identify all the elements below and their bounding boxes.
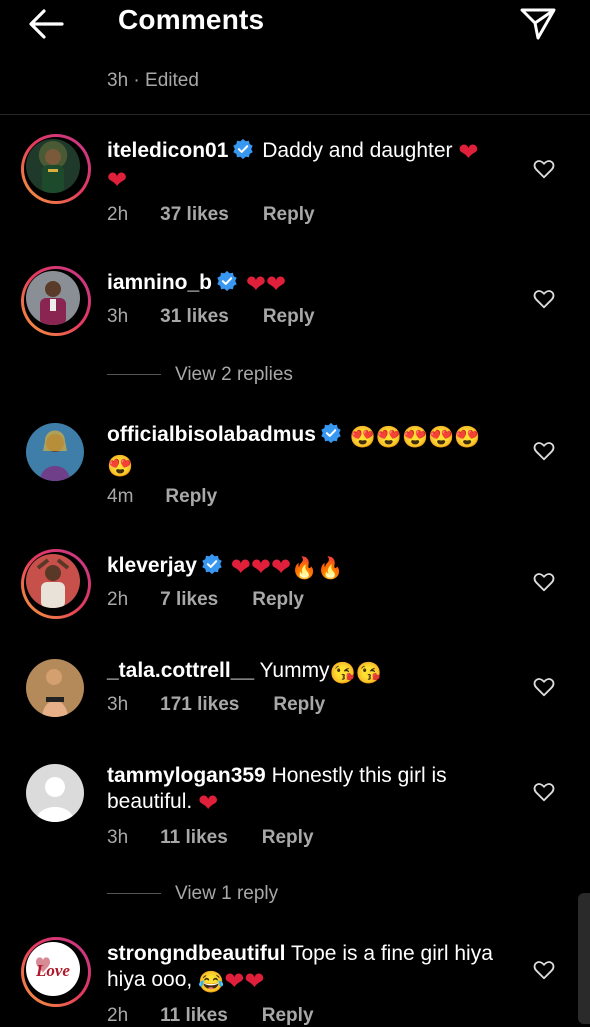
reply-button[interactable]: Reply	[165, 486, 217, 508]
verified-badge-icon	[202, 553, 222, 575]
page-title: Comments	[118, 4, 265, 35]
likes-count[interactable]: 7 likes	[160, 589, 218, 611]
comment-text: iteledicon01 Daddy and daughter ❤ ❤	[107, 138, 517, 194]
comment-text: officialbisolabadmus 😍😍😍😍😍 😍	[107, 422, 517, 480]
comment-meta: 3h 11 likes Reply	[107, 827, 314, 849]
view-replies-button[interactable]: View 2 replies	[107, 364, 293, 386]
reply-button[interactable]: Reply	[263, 306, 315, 328]
like-heart-icon[interactable]	[533, 440, 555, 462]
comment-text: kleverjay ❤❤❤🔥🔥	[107, 553, 517, 582]
comment-meta: 2h 37 likes Reply	[107, 204, 315, 226]
heart-eyes-emoji: 😍	[107, 455, 134, 478]
reply-button[interactable]: Reply	[263, 204, 315, 226]
like-heart-icon[interactable]	[533, 676, 555, 698]
comment-time: 4m	[107, 486, 134, 507]
kiss-emoji: 😘	[355, 662, 382, 685]
like-heart-icon[interactable]	[533, 158, 555, 180]
comment-body: Daddy and daughter	[262, 139, 459, 162]
avatar[interactable]	[21, 654, 91, 724]
verified-badge-icon	[321, 422, 341, 444]
likes-count[interactable]: 11 likes	[160, 827, 228, 849]
comment-username[interactable]: iamnino_b	[107, 271, 212, 294]
heart-emoji: ❤	[458, 139, 479, 166]
heart-emoji: ❤	[224, 968, 245, 995]
comment-text: strongndbeautiful Tope is a fine girl hi…	[107, 941, 517, 996]
heart-eyes-emoji: 😍	[428, 426, 455, 449]
scrollbar[interactable]	[578, 893, 590, 1024]
back-arrow-icon[interactable]	[26, 6, 66, 42]
avatar[interactable]	[21, 418, 91, 488]
comment-time: 3h	[107, 827, 129, 848]
comment-meta: 3h 171 likes Reply	[107, 694, 325, 716]
heart-emoji: ❤	[198, 790, 219, 817]
heart-eyes-emoji: 😍	[454, 426, 481, 449]
avatar[interactable]: Love	[21, 937, 91, 1007]
heart-emoji: ❤	[230, 554, 251, 581]
comment-time: 2h	[107, 589, 129, 610]
comment-time: 3h	[107, 694, 129, 715]
likes-count[interactable]: 37 likes	[160, 204, 229, 226]
comment-body: Yummy	[259, 659, 330, 682]
avatar[interactable]	[21, 266, 91, 336]
laughing-emoji: 😂	[198, 971, 225, 994]
verified-badge-icon	[217, 270, 237, 292]
avatar[interactable]	[21, 134, 91, 204]
comment-meta: 4m Reply	[107, 486, 217, 508]
send-icon[interactable]	[518, 4, 558, 40]
fire-emoji: 🔥	[317, 557, 344, 580]
view-replies-button[interactable]: View 1 reply	[107, 883, 278, 905]
heart-eyes-emoji: 😍	[375, 426, 403, 449]
reply-button[interactable]: Reply	[262, 827, 314, 849]
heart-eyes-emoji: 😍	[349, 426, 376, 449]
header: Comments	[0, 0, 590, 48]
heart-emoji: ❤	[270, 554, 292, 581]
like-heart-icon[interactable]	[533, 959, 555, 981]
verified-badge-icon	[233, 138, 254, 160]
reply-button[interactable]: Reply	[252, 589, 304, 611]
reply-button[interactable]: Reply	[273, 694, 325, 716]
comment-username[interactable]: _tala.cottrell__	[107, 659, 254, 682]
comment-text: tammylogan359 Honestly this girl is beau…	[107, 763, 517, 817]
view-replies-label: View 1 reply	[175, 883, 279, 904]
comment-username[interactable]: strongndbeautiful	[107, 942, 285, 965]
comment-meta: 2h 7 likes Reply	[107, 589, 304, 611]
view-replies-label: View 2 replies	[175, 364, 293, 385]
comment-time: 2h	[107, 204, 129, 225]
avatar[interactable]	[21, 549, 91, 619]
like-heart-icon[interactable]	[533, 571, 555, 593]
comment-meta: 3h 31 likes Reply	[107, 306, 315, 328]
heart-emoji: ❤	[107, 167, 128, 194]
like-heart-icon[interactable]	[533, 288, 555, 310]
divider	[0, 114, 590, 115]
comment-time: 3h	[107, 306, 129, 327]
heart-emoji: ❤	[244, 968, 265, 995]
comment-text: iamnino_b ❤❤	[107, 270, 517, 298]
likes-count[interactable]: 31 likes	[160, 306, 229, 328]
comment-username[interactable]: officialbisolabadmus	[107, 423, 316, 446]
comment-username[interactable]: tammylogan359	[107, 764, 266, 787]
comment-username[interactable]: kleverjay	[107, 554, 197, 577]
love-logo: Love	[35, 957, 70, 980]
kiss-emoji: 😘	[329, 662, 356, 685]
heart-emoji: ❤	[245, 271, 266, 298]
heart-eyes-emoji: 😍	[402, 426, 429, 449]
avatar[interactable]	[21, 759, 91, 829]
like-heart-icon[interactable]	[533, 781, 555, 803]
likes-count[interactable]: 171 likes	[160, 694, 239, 716]
post-meta: 3h · Edited	[107, 70, 199, 91]
comment-username[interactable]: iteledicon01	[107, 139, 228, 162]
heart-emoji: ❤	[250, 554, 271, 581]
fire-emoji: 🔥	[291, 557, 318, 580]
comment-text: _tala.cottrell__ Yummy😘😘	[107, 658, 517, 687]
heart-emoji: ❤	[265, 271, 287, 298]
